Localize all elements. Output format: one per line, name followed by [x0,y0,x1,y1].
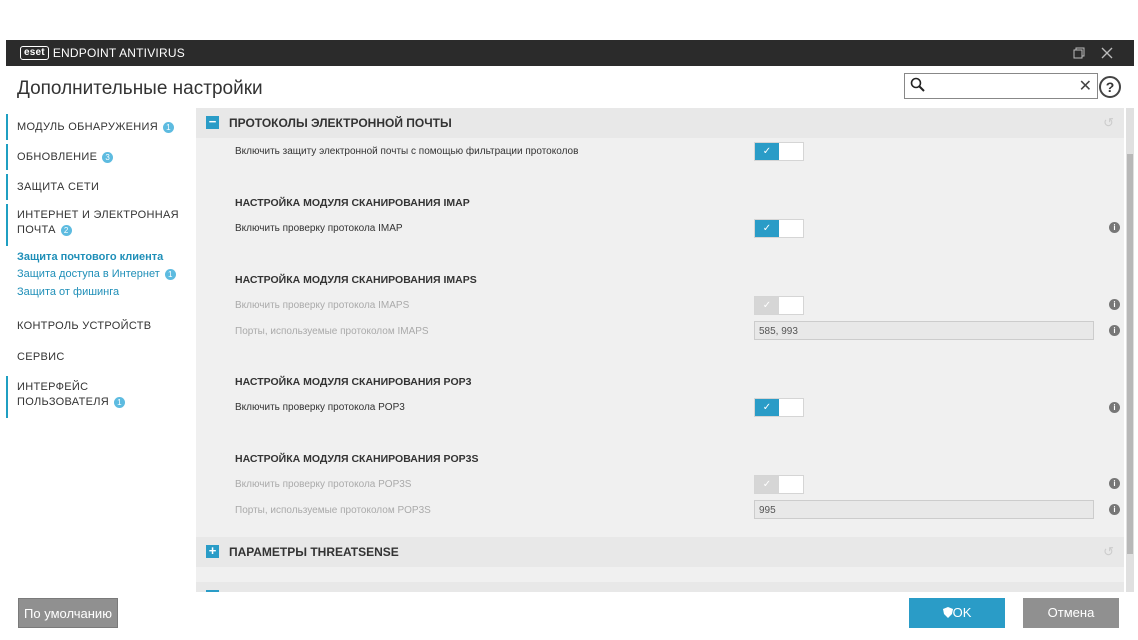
info-icon[interactable]: i [1109,504,1120,515]
section-title: ПРОТОКОЛЫ ЭЛЕКТРОННОЙ ПОЧТЫ [229,116,452,130]
scrollbar-thumb[interactable] [1127,154,1133,554]
pop3-toggle[interactable]: ✓ [754,398,804,417]
sidebar-item-label: ПОЧТА [17,224,56,236]
sidebar: МОДУЛЬ ОБНАРУЖЕНИЯ 1 ОБНОВЛЕНИЕ 3 ЗАЩИТА С… [6,108,192,578]
imaps-ports-field: 585, 993 [754,321,1094,340]
sidebar-subitem-label: Защита доступа в Интернет [17,268,160,280]
sidebar-item-label: ИНТЕРНЕТ И ЭЛЕКТРОННАЯ [17,209,179,221]
eset-logo: eset [20,46,49,60]
clear-search-icon[interactable]: ✕ [1079,76,1092,96]
shield-icon [942,607,953,618]
window-titlebar: eset ENDPOINT ANTIVIRUS [6,40,1134,66]
sidebar-subitem-web-access[interactable]: Защита доступа в Интернет 1 [17,268,176,280]
imap-toggle[interactable]: ✓ [754,219,804,238]
app-name: ENDPOINT ANTIVIRUS [52,46,185,60]
sidebar-item-update[interactable]: ОБНОВЛЕНИЕ 3 [6,144,114,170]
sidebar-item-label: ПОЛЬЗОВАТЕЛЯ [17,396,109,408]
setting-label: Включить проверку протокола IMAPS [235,300,410,311]
notification-badge: 2 [60,224,72,236]
pop3s-toggle: ✓ [754,475,804,494]
sidebar-subitem-antiphishing[interactable]: Защита от фишинга [17,286,119,298]
sidebar-item-detection[interactable]: МОДУЛЬ ОБНАРУЖЕНИЯ 1 [6,114,174,140]
search-box[interactable]: ✕ [904,73,1098,99]
sidebar-item-label: ЗАЩИТА СЕТИ [17,181,100,193]
restore-icon [1073,47,1085,59]
sidebar-item-tools[interactable]: СЕРВИС [6,344,65,370]
subsection-title-pop3s: НАСТРОЙКА МОДУЛЯ СКАНИРОВАНИЯ POP3S [235,453,479,465]
page-title: Дополнительные настройки [17,78,263,99]
help-button[interactable]: ? [1099,76,1121,98]
setting-label: Включить проверку протокола POP3S [235,479,412,490]
expand-icon[interactable] [206,590,219,592]
sidebar-item-device-control[interactable]: КОНТРОЛЬ УСТРОЙСТВ [6,313,151,339]
notification-badge: 3 [102,151,114,163]
info-icon[interactable]: i [1109,299,1120,310]
check-icon: ✓ [755,220,779,237]
vertical-scrollbar[interactable] [1126,108,1134,592]
section-header-threatsense[interactable]: + ПАРАМЕТРЫ THREATSENSE ↺ [196,537,1124,567]
ok-button[interactable]: OK [909,598,1005,628]
collapse-icon[interactable]: − [206,115,219,129]
app-logo: eset ENDPOINT ANTIVIRUS [20,46,185,60]
sidebar-item-web-email[interactable]: ИНТЕРНЕТ И ЭЛЕКТРОННАЯ ПОЧТА 2 [6,204,179,246]
setting-label: Включить защиту электронной почты с помо… [235,146,579,157]
revert-icon[interactable]: ↺ [1103,115,1114,131]
settings-window: Дополнительные настройки ✕ ? МОДУЛЬ ОБНА… [6,66,1134,640]
setting-label: Порты, используемые протоколом IMAPS [235,326,429,337]
cancel-button[interactable]: Отмена [1023,598,1119,628]
restore-button[interactable] [1070,44,1088,62]
sidebar-item-label: СЕРВИС [17,351,65,363]
subsection-title-pop3: НАСТРОЙКА МОДУЛЯ СКАНИРОВАНИЯ POP3 [235,376,472,388]
info-icon[interactable]: i [1109,222,1120,233]
search-input[interactable] [931,76,1075,96]
info-icon[interactable]: i [1109,478,1120,489]
check-icon: ✓ [755,476,779,493]
sidebar-item-label: КОНТРОЛЬ УСТРОЙСТВ [17,320,152,332]
sidebar-item-label: ОБНОВЛЕНИЕ [17,151,98,163]
info-icon[interactable]: i [1109,325,1120,336]
check-icon: ✓ [755,297,779,314]
ok-label: OK [952,605,972,620]
subsection-title-imap: НАСТРОЙКА МОДУЛЯ СКАНИРОВАНИЯ IMAP [235,197,470,209]
section-header-email-protocols[interactable]: − ПРОТОКОЛЫ ЭЛЕКТРОННОЙ ПОЧТЫ ↺ [196,108,1124,138]
notification-badge: 1 [164,268,176,280]
close-window-button[interactable] [1098,44,1116,62]
search-icon [910,77,925,92]
sidebar-item-label: МОДУЛЬ ОБНАРУЖЕНИЯ [17,121,158,133]
info-icon[interactable]: i [1109,402,1120,413]
setting-label: Порты, используемые протоколом POP3S [235,505,431,516]
setting-label: Включить проверку протокола POP3 [235,402,405,413]
sidebar-item-network[interactable]: ЗАЩИТА СЕТИ [6,174,99,200]
setting-label: Включить проверку протокола IMAP [235,223,403,234]
sidebar-subitem-mail-client[interactable]: Защита почтового клиента [17,251,163,263]
close-icon [1101,47,1113,59]
imaps-toggle: ✓ [754,296,804,315]
revert-icon[interactable]: ↺ [1103,544,1114,560]
subsection-title-imaps: НАСТРОЙКА МОДУЛЯ СКАНИРОВАНИЯ IMAPS [235,274,477,286]
sidebar-item-label: ИНТЕРФЕЙС [17,381,89,393]
check-icon: ✓ [755,399,779,416]
check-icon: ✓ [755,143,779,160]
pop3s-ports-field: 995 [754,500,1094,519]
section-header-next[interactable] [196,582,1124,592]
default-button[interactable]: По умолчанию [18,598,118,628]
section-title: ПАРАМЕТРЫ THREATSENSE [229,545,399,559]
notification-badge: 1 [163,121,174,133]
sidebar-item-user-interface[interactable]: ИНТЕРФЕЙС ПОЛЬЗОВАТЕЛЯ 1 [6,376,125,418]
settings-content: − ПРОТОКОЛЫ ЭЛЕКТРОННОЙ ПОЧТЫ ↺ Включить… [196,108,1124,592]
email-protocol-filter-toggle[interactable]: ✓ [754,142,804,161]
expand-icon[interactable]: + [206,544,219,558]
notification-badge: 1 [114,396,125,408]
